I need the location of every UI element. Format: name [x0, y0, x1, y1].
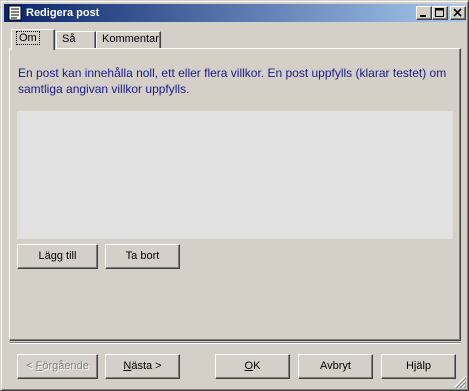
title-bar[interactable]: Redigera post [4, 4, 466, 22]
minimize-icon [420, 15, 426, 17]
close-button[interactable] [450, 6, 466, 20]
ok-label-rest: K [253, 360, 261, 372]
previous-prefix: < [26, 360, 36, 372]
tab-label-kommentar: Kommentar [102, 33, 159, 45]
maximize-icon [435, 8, 444, 17]
close-icon [453, 8, 462, 17]
previous-label-rest: örgående [42, 360, 89, 372]
ok-button[interactable]: OK [215, 354, 290, 379]
dialog-window: Redigera post Om Så Kommentar En post ka… [0, 0, 469, 391]
tab-om[interactable]: Om [11, 29, 55, 50]
minimize-button[interactable] [416, 6, 432, 20]
previous-button[interactable]: < Förgående [17, 354, 98, 379]
next-button[interactable]: Nästa > [105, 354, 180, 379]
maximize-button[interactable] [432, 6, 448, 20]
next-label-rest: ästa [131, 360, 153, 372]
add-button[interactable]: Lägg till [17, 244, 98, 269]
tab-label-sa: Så [62, 33, 76, 45]
tab-sa[interactable]: Så [56, 31, 96, 49]
tab-label-om: Om [16, 31, 40, 45]
resize-grip-icon[interactable] [454, 376, 466, 388]
window-title: Redigera post [26, 7, 100, 19]
ok-mnemonic: O [244, 360, 254, 372]
cancel-button[interactable]: Avbryt [298, 354, 373, 379]
conditions-list[interactable] [17, 111, 453, 239]
description-text: En post kan innehålla noll, ett eller fl… [18, 66, 447, 96]
help-button[interactable]: Hjälp [381, 354, 456, 379]
next-suffix: > [152, 360, 162, 372]
tab-kommentar[interactable]: Kommentar [96, 31, 161, 49]
footer-divider [9, 342, 461, 344]
document-icon [8, 5, 22, 21]
remove-button[interactable]: Ta bort [105, 244, 180, 269]
